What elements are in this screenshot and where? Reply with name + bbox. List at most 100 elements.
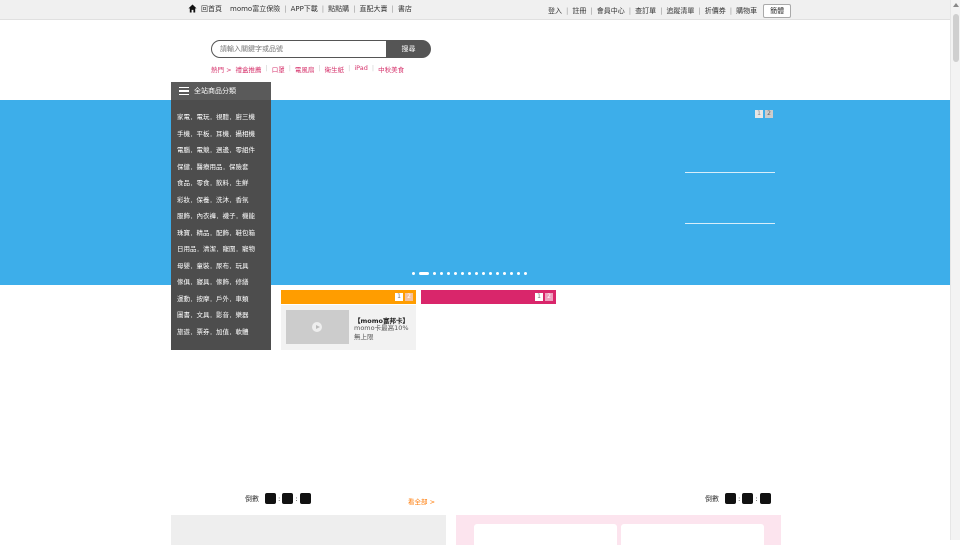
hero-banner[interactable] bbox=[0, 100, 950, 285]
divider: | bbox=[371, 64, 375, 72]
promo-video-thumbnail[interactable] bbox=[286, 310, 349, 344]
category-item[interactable]: 電腦．電競．週邊．零組件 bbox=[171, 142, 271, 159]
banner-dot[interactable] bbox=[482, 272, 485, 275]
promo-page-2[interactable]: 2 bbox=[405, 293, 413, 301]
hot-keyword[interactable]: 電風扇 bbox=[295, 64, 315, 74]
banner-dot[interactable] bbox=[517, 272, 520, 275]
divider: : bbox=[738, 494, 741, 503]
category-item[interactable]: 珠寶．精品．配飾．鞋包箱 bbox=[171, 225, 271, 242]
promo-page-2[interactable]: 2 bbox=[545, 293, 553, 301]
category-item[interactable]: 日用品．清潔．寵圍．寵物 bbox=[171, 241, 271, 258]
top-link-direct[interactable]: 直配大賣 bbox=[360, 4, 388, 14]
language-button[interactable]: 簡體 bbox=[763, 4, 792, 18]
category-item[interactable]: 母嬰．童裝．尿布．玩具 bbox=[171, 258, 271, 275]
top-link-wishlist[interactable]: 追蹤清單 bbox=[666, 6, 694, 16]
countdown-timer: 倒數 : : bbox=[705, 493, 771, 504]
promo-card[interactable]: 【momo富邦卡】 momo卡最高10%無上限 bbox=[281, 305, 416, 350]
deal-card[interactable] bbox=[474, 524, 617, 549]
category-item[interactable]: 家電．電玩．視聽．廚三機 bbox=[171, 109, 271, 126]
category-list: 家電．電玩．視聽．廚三機 手機．平板．耳機．攝相機 電腦．電競．週邊．零組件 保… bbox=[171, 100, 271, 340]
countdown-seconds bbox=[759, 493, 771, 504]
category-item[interactable]: 旅遊．票券．加值．軟體 bbox=[171, 324, 271, 341]
banner-dot[interactable] bbox=[503, 272, 506, 275]
see-all-link[interactable]: 看全部 > bbox=[408, 496, 435, 506]
promo-tab-orange[interactable]: 1 2 bbox=[281, 290, 416, 304]
top-link-cart[interactable]: 購物車 bbox=[736, 6, 757, 16]
hot-keywords-label: 熱門 > bbox=[211, 66, 232, 74]
top-link-register[interactable]: 註冊 bbox=[572, 6, 586, 16]
banner-divider bbox=[685, 223, 775, 224]
banner-dots bbox=[412, 272, 527, 275]
top-link-login[interactable]: 登入 bbox=[548, 6, 562, 16]
hamburger-menu-icon bbox=[179, 87, 189, 95]
banner-dot[interactable] bbox=[524, 272, 527, 275]
divider: | bbox=[288, 64, 291, 72]
play-icon bbox=[312, 322, 322, 332]
banner-dot[interactable] bbox=[412, 272, 415, 275]
banner-dot[interactable] bbox=[489, 272, 492, 275]
banner-dot[interactable] bbox=[433, 272, 436, 275]
banner-dot[interactable] bbox=[454, 272, 457, 275]
promo-page-1[interactable]: 1 bbox=[395, 293, 403, 301]
hot-keyword[interactable]: 衛生紙 bbox=[325, 64, 345, 74]
banner-dot[interactable] bbox=[510, 272, 513, 275]
search-button[interactable]: 搜尋 bbox=[386, 40, 431, 58]
category-item[interactable]: 運動．按摩．戶外．車類 bbox=[171, 291, 271, 308]
hot-keyword[interactable]: 口罩 bbox=[272, 64, 285, 74]
top-link-points[interactable]: 點點購 bbox=[328, 4, 349, 14]
banner-dot[interactable] bbox=[447, 272, 450, 275]
banner-page-1[interactable]: 1 bbox=[755, 110, 763, 118]
category-item[interactable]: 服飾．內衣褲．襪子．機能 bbox=[171, 208, 271, 225]
hot-keyword[interactable]: iPad bbox=[354, 64, 368, 74]
banner-dot[interactable] bbox=[419, 272, 429, 275]
countdown-seconds bbox=[299, 493, 311, 504]
category-item[interactable]: 圖書．文具．影音．樂器 bbox=[171, 307, 271, 324]
category-menu-title: 全站商品分類 bbox=[194, 87, 236, 95]
countdown-hours bbox=[725, 493, 736, 504]
promo-page-1[interactable]: 1 bbox=[535, 293, 543, 301]
category-menu: 全站商品分類 家電．電玩．視聽．廚三機 手機．平板．耳機．攝相機 電腦．電競．週… bbox=[171, 82, 271, 350]
search-input[interactable] bbox=[211, 40, 387, 58]
banner-page-2[interactable]: 2 bbox=[765, 110, 773, 118]
hot-keyword[interactable]: 禮盒推薦 bbox=[236, 64, 262, 74]
banner-divider bbox=[685, 172, 775, 173]
scrollbar-thumb[interactable] bbox=[953, 14, 959, 62]
banner-dot[interactable] bbox=[461, 272, 464, 275]
top-link-insurance[interactable]: momo富立保險 bbox=[230, 4, 280, 14]
divider: | bbox=[729, 7, 733, 15]
banner-dot[interactable] bbox=[496, 272, 499, 275]
category-item[interactable]: 食品．零食．飲料．生鮮 bbox=[171, 175, 271, 192]
category-item[interactable]: 彩妝．保養．洗沐．香氛 bbox=[171, 192, 271, 209]
banner-dot[interactable] bbox=[440, 272, 443, 275]
divider: | bbox=[265, 64, 268, 72]
page-scrollbar[interactable] bbox=[950, 0, 960, 540]
top-link-home[interactable]: 回首頁 bbox=[201, 4, 222, 14]
scroll-up-icon[interactable] bbox=[953, 3, 959, 7]
countdown-label: 倒數 bbox=[245, 494, 259, 503]
home-icon[interactable] bbox=[188, 3, 197, 13]
divider: : bbox=[755, 494, 758, 503]
category-menu-header[interactable]: 全站商品分類 bbox=[171, 82, 271, 100]
promo-pager-pink: 1 2 bbox=[535, 293, 553, 301]
top-link-coupons[interactable]: 折價券 bbox=[705, 6, 726, 16]
top-link-orders[interactable]: 查訂單 bbox=[635, 6, 656, 16]
category-item[interactable]: 保健．醫療用品．保險套 bbox=[171, 159, 271, 176]
divider: | bbox=[698, 7, 701, 15]
hot-keyword[interactable]: 中秋美食 bbox=[378, 64, 404, 74]
divider: | bbox=[284, 5, 287, 13]
promo-tab-pink[interactable]: 1 2 bbox=[421, 290, 556, 304]
countdown-minutes bbox=[742, 493, 754, 504]
top-link-member[interactable]: 會員中心 bbox=[597, 6, 625, 16]
category-item[interactable]: 手機．平板．耳機．攝相機 bbox=[171, 126, 271, 143]
promo-description: momo卡最高10%無上限 bbox=[354, 324, 409, 341]
divider: | bbox=[391, 5, 394, 13]
top-link-books[interactable]: 書店 bbox=[398, 4, 412, 14]
countdown-label: 倒數 bbox=[705, 494, 719, 503]
top-link-app[interactable]: APP下載 bbox=[291, 4, 318, 14]
top-bar: 回首頁 momo富立保險 | APP下載 | 點點購 | 直配大賣 | 書店 登… bbox=[0, 0, 950, 20]
category-item[interactable]: 傢俱．寢具．傢飾．修繕 bbox=[171, 274, 271, 291]
banner-dot[interactable] bbox=[475, 272, 478, 275]
banner-dot[interactable] bbox=[468, 272, 471, 275]
divider: | bbox=[318, 64, 321, 72]
deal-card[interactable] bbox=[621, 524, 764, 549]
